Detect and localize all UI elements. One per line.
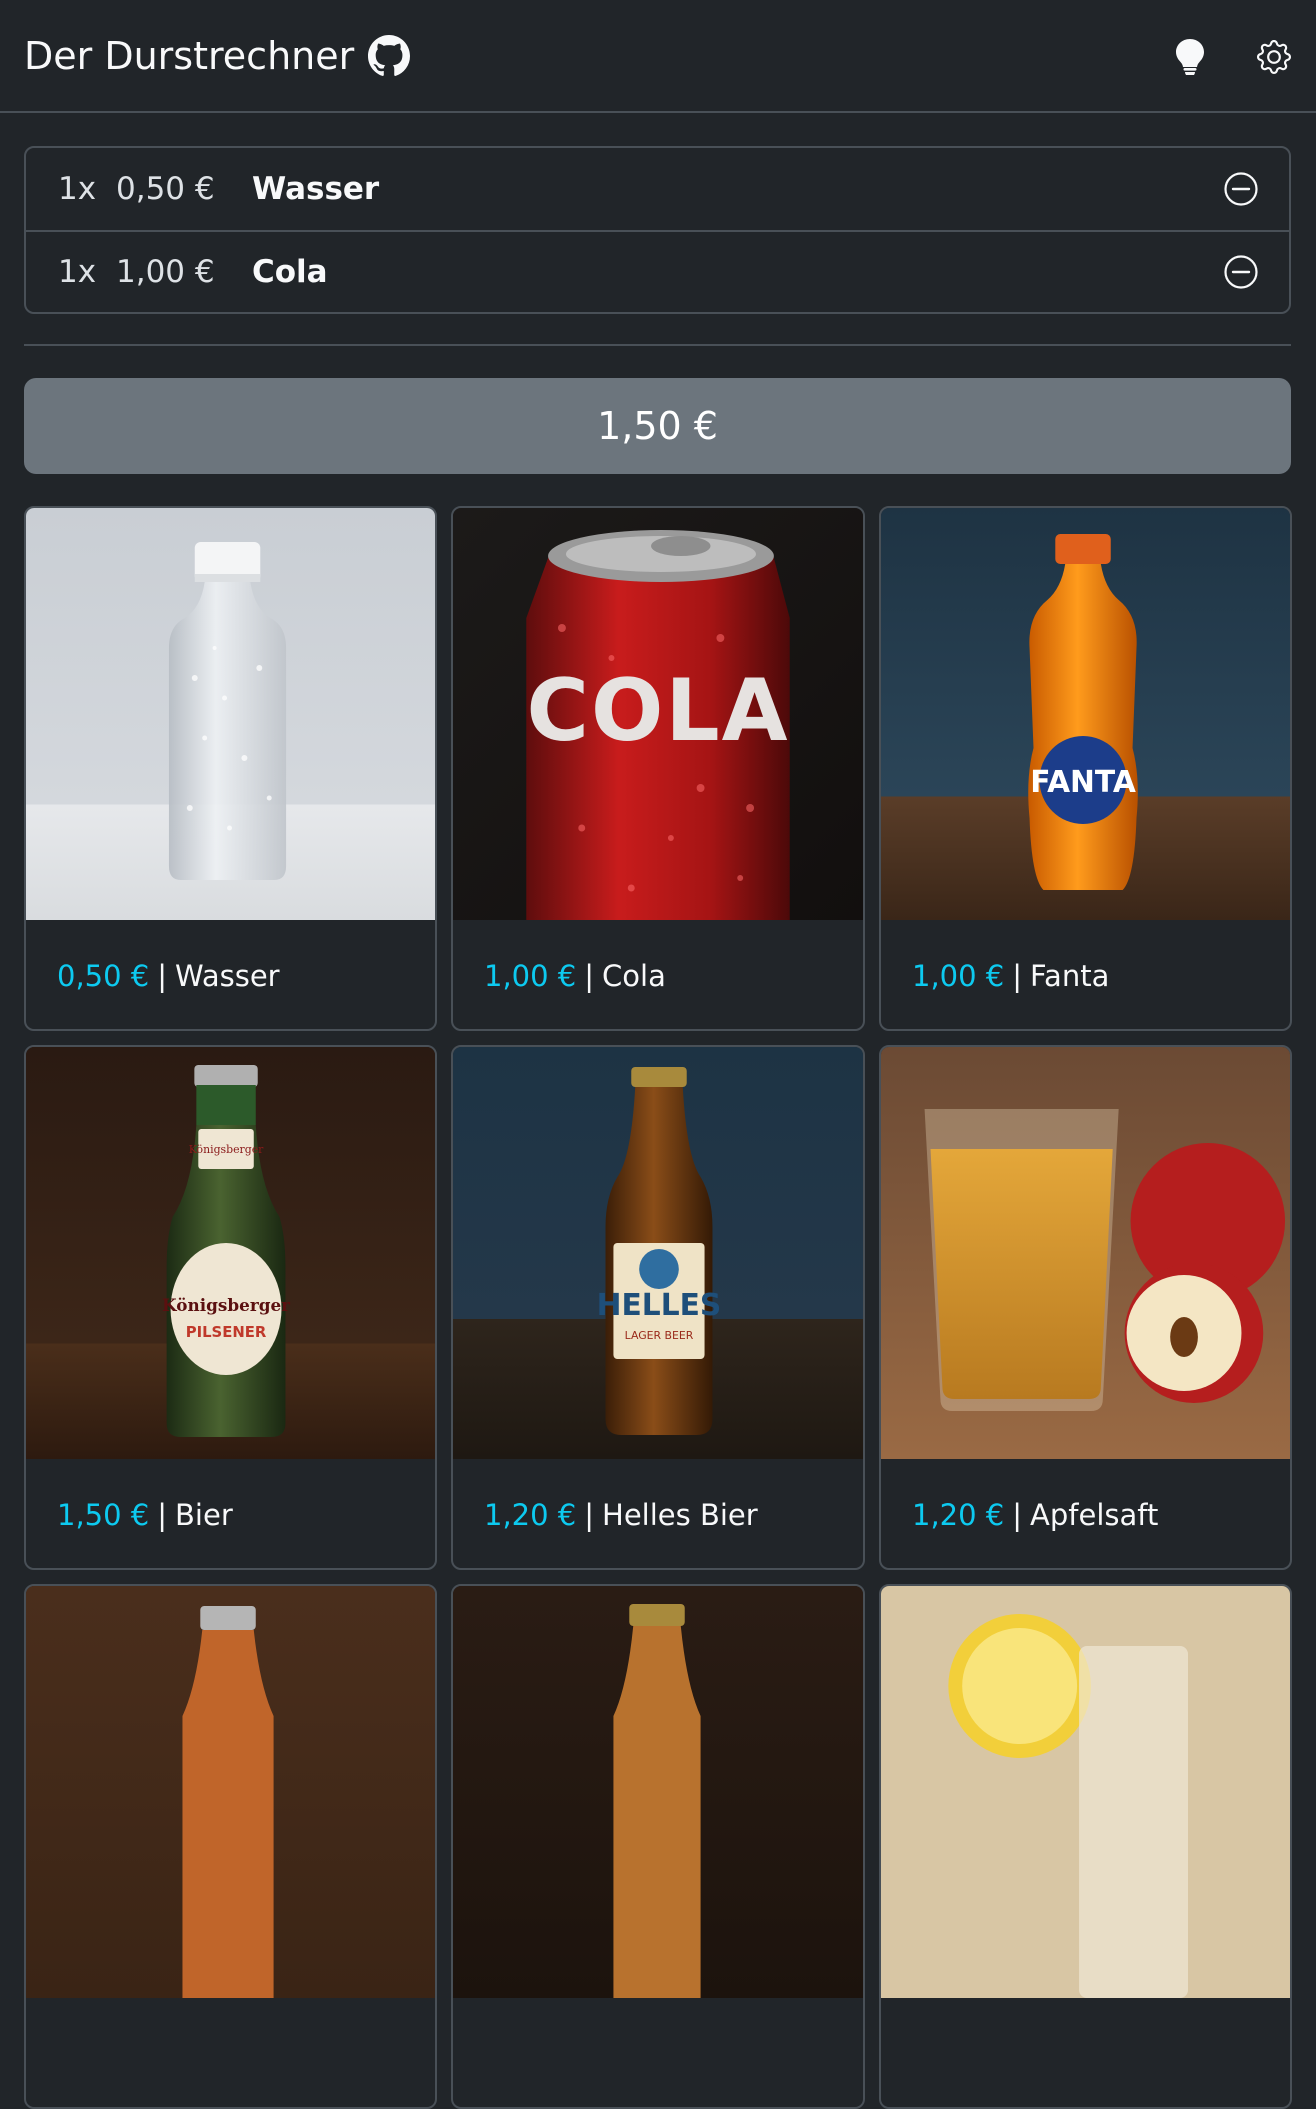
product-image: [26, 1586, 435, 1998]
app-title[interactable]: Der Durstrechner: [24, 34, 354, 78]
product-price: 1,50 €: [57, 1497, 150, 1532]
order-item: 1x 0,50 € Wasser: [26, 148, 1289, 230]
product-image-apfelsaft: [881, 1047, 1290, 1459]
product-info: 1,20 € | Apfelsaft: [881, 1459, 1290, 1568]
order-list: 1x 0,50 € Wasser 1x 1,00 € Cola: [24, 146, 1291, 314]
product-card[interactable]: [879, 1584, 1292, 2109]
product-info: 1,20 € | Helles Bier: [453, 1459, 863, 1568]
product-card-helles-bier[interactable]: HELLES LAGER BEER 1,20 € | Helles Bier: [451, 1045, 865, 1570]
product-separator: |: [157, 1497, 168, 1532]
nav-actions: [1148, 0, 1316, 113]
product-image: [453, 1586, 863, 1998]
product-separator: |: [1012, 1497, 1023, 1532]
settings-button[interactable]: [1232, 15, 1316, 99]
product-info: [881, 1998, 1290, 2107]
beer-label-sub: PILSENER: [186, 1323, 267, 1341]
lightbulb-icon: [1176, 38, 1204, 75]
beer-label-main: Königsberger: [162, 1295, 291, 1315]
product-name: Cola: [602, 958, 666, 993]
product-name: Wasser: [175, 958, 280, 993]
product-image-helles-bier: HELLES LAGER BEER: [453, 1047, 863, 1459]
beer-label-main: HELLES: [597, 1288, 722, 1323]
dash-circle-icon[interactable]: [1223, 254, 1259, 290]
product-card-apfelsaft[interactable]: 1,20 € | Apfelsaft: [879, 1045, 1292, 1570]
gear-icon: [1257, 39, 1291, 74]
product-separator: |: [584, 958, 595, 993]
theme-toggle-button[interactable]: [1148, 15, 1232, 99]
product-separator: |: [157, 958, 168, 993]
order-item-qty: 1x: [58, 254, 97, 290]
beer-neck-label: Königsberger: [189, 1143, 264, 1156]
beer-label-sub: LAGER BEER: [625, 1329, 694, 1342]
product-info: [26, 1998, 435, 2107]
product-price: 1,20 €: [484, 1497, 577, 1532]
product-separator: |: [584, 1497, 595, 1532]
total-button[interactable]: 1,50 €: [24, 378, 1291, 474]
product-price: 1,00 €: [484, 958, 577, 993]
brand[interactable]: Der Durstrechner: [24, 34, 411, 78]
product-price: 1,20 €: [912, 1497, 1005, 1532]
product-grid: 0,50 € | Wasser COLA 1,00 € | Cola FANTA…: [24, 506, 1292, 2109]
order-item: 1x 1,00 € Cola: [26, 230, 1289, 312]
product-name: Fanta: [1030, 958, 1110, 993]
github-icon[interactable]: [368, 34, 411, 77]
product-price: 1,00 €: [912, 958, 1005, 993]
navbar: Der Durstrechner: [0, 0, 1316, 113]
product-card-bier[interactable]: Königsberger Königsberger PILSENER 1,50 …: [24, 1045, 437, 1570]
order-item-name: Cola: [252, 254, 328, 290]
product-card-cola[interactable]: COLA 1,00 € | Cola: [451, 506, 865, 1031]
product-info: 1,00 € | Fanta: [881, 920, 1290, 1029]
can-label-text: COLA: [527, 662, 790, 761]
divider: [24, 344, 1291, 346]
fanta-logo-text: FANTA: [1030, 765, 1136, 800]
product-card[interactable]: [24, 1584, 437, 2109]
product-info: 1,00 € | Cola: [453, 920, 863, 1029]
product-info: 1,50 € | Bier: [26, 1459, 435, 1568]
product-info: [453, 1998, 863, 2107]
product-price: 0,50 €: [57, 958, 150, 993]
product-name: Apfelsaft: [1030, 1497, 1159, 1532]
product-info: 0,50 € | Wasser: [26, 920, 435, 1029]
product-image-fanta: FANTA: [881, 508, 1290, 920]
product-card-fanta[interactable]: FANTA 1,00 € | Fanta: [879, 506, 1292, 1031]
product-separator: |: [1012, 958, 1023, 993]
product-image-wasser: [26, 508, 435, 920]
product-card-wasser[interactable]: 0,50 € | Wasser: [24, 506, 437, 1031]
dash-circle-icon[interactable]: [1223, 171, 1259, 207]
product-image-bier: Königsberger Königsberger PILSENER: [26, 1047, 435, 1459]
total-amount: 1,50 €: [597, 404, 718, 448]
order-item-price: 0,50 €: [116, 171, 215, 207]
order-item-qty: 1x: [58, 171, 97, 207]
product-image: [881, 1586, 1290, 1998]
order-item-name: Wasser: [252, 171, 380, 207]
order-item-price: 1,00 €: [116, 254, 215, 290]
product-image-cola: COLA: [453, 508, 863, 920]
product-name: Bier: [175, 1497, 233, 1532]
product-name: Helles Bier: [602, 1497, 758, 1532]
product-card[interactable]: [451, 1584, 865, 2109]
